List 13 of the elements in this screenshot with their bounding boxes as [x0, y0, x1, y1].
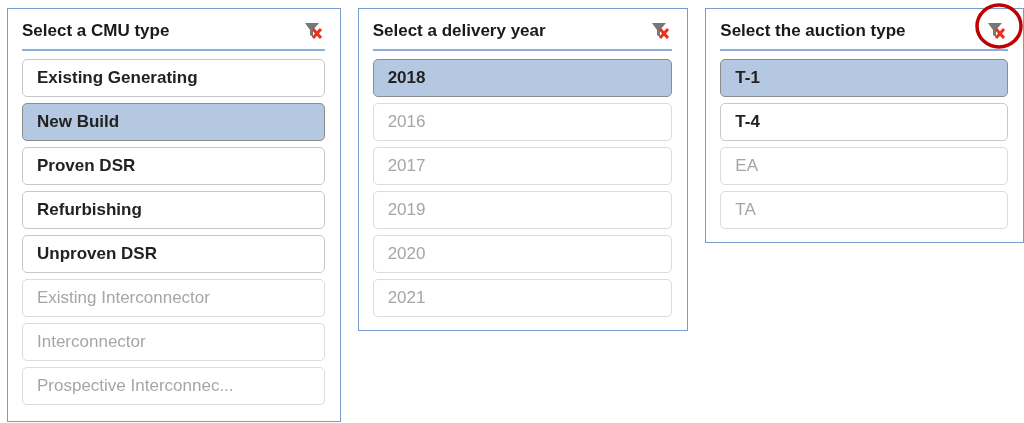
slicer-item[interactable]: New Build — [22, 103, 325, 141]
slicer-item[interactable]: 2018 — [372, 59, 673, 97]
slicer-title: Select a CMU type — [22, 21, 170, 41]
slicer-item[interactable]: Existing Generating — [22, 59, 325, 97]
slicer-item[interactable]: T-4 — [720, 103, 1008, 141]
slicer-title: Select a delivery year — [372, 21, 546, 41]
slicer-item[interactable]: Unproven DSR — [22, 235, 325, 273]
slicer-title: Select the auction type — [720, 21, 906, 41]
clear-filter-icon — [649, 20, 672, 42]
slicer-item[interactable]: T-1 — [720, 59, 1008, 97]
slicer-item[interactable]: Proven DSR — [22, 147, 325, 185]
slicer-item[interactable]: Refurbishing — [22, 191, 325, 229]
clear-filter-icon — [985, 20, 1007, 42]
